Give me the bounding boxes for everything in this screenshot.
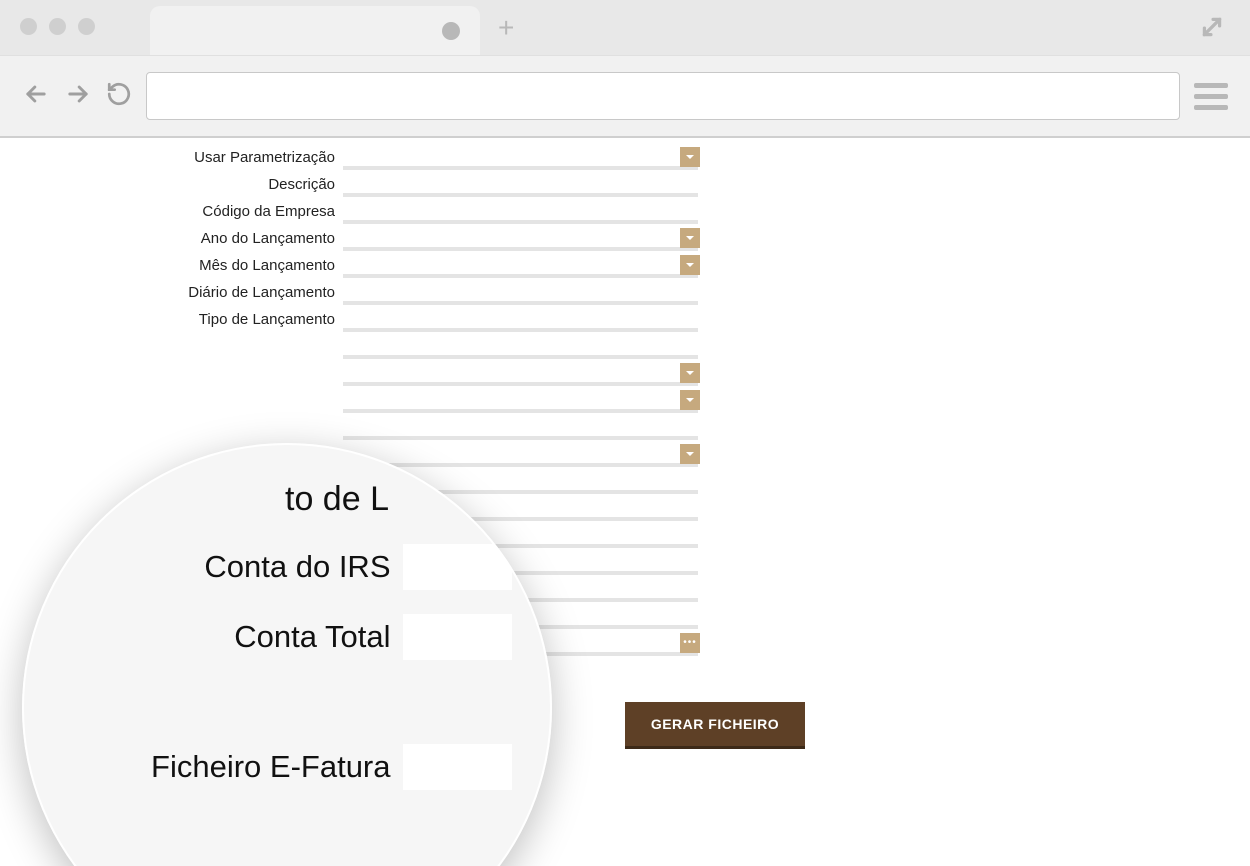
field-label: Usar Parametrização (0, 149, 341, 166)
lens-label-irs: Conta do IRS (62, 549, 403, 585)
field-label: Código da Empresa (0, 203, 341, 220)
text-input[interactable] (343, 256, 698, 276)
field-label: Ano do Lançamento (0, 230, 341, 247)
form-row: Ano do Lançamento (0, 225, 1250, 252)
lens-field[interactable] (403, 614, 513, 660)
forward-button[interactable] (64, 80, 92, 113)
text-input[interactable] (343, 364, 698, 384)
form-row (0, 333, 1250, 360)
text-input[interactable] (343, 310, 698, 330)
browser-toolbar (0, 56, 1250, 138)
browser-tab-bar: + (0, 0, 1250, 56)
form-row (0, 360, 1250, 387)
form-row: Diário de Lançamento (0, 279, 1250, 306)
field-label: Mês do Lançamento (0, 257, 341, 274)
chevron-down-icon[interactable] (680, 390, 700, 410)
text-input[interactable] (343, 391, 698, 411)
minimize-window-button[interactable] (49, 18, 66, 35)
lens-field[interactable] (403, 544, 513, 590)
field-label: Diário de Lançamento (0, 284, 341, 301)
new-tab-button[interactable]: + (498, 14, 514, 42)
lens-partial-text: to de L (162, 480, 512, 524)
text-input[interactable] (343, 283, 698, 303)
form-row: Descrição (0, 171, 1250, 198)
text-input[interactable] (343, 337, 698, 357)
text-input[interactable] (343, 418, 698, 438)
lens-field[interactable] (403, 744, 513, 790)
field-label: Descrição (0, 176, 341, 193)
lens-label-total: Conta Total (62, 619, 403, 655)
close-window-button[interactable] (20, 18, 37, 35)
back-button[interactable] (22, 80, 50, 113)
generate-file-button[interactable]: GERAR FICHEIRO (625, 702, 805, 746)
reload-button[interactable] (106, 81, 132, 112)
form-row (0, 387, 1250, 414)
lens-label-efatura: Ficheiro E-Fatura (62, 749, 403, 785)
chevron-down-icon[interactable] (680, 363, 700, 383)
magnifier-lens: to de L Conta do IRS Conta Total Ficheir… (22, 443, 552, 866)
menu-button[interactable] (1194, 83, 1228, 110)
zoom-window-button[interactable] (78, 18, 95, 35)
field-label: Tipo de Lançamento (0, 311, 341, 328)
chevron-down-icon[interactable] (680, 228, 700, 248)
form-row: Usar Parametrização (0, 144, 1250, 171)
text-input[interactable] (343, 202, 698, 222)
chevron-down-icon[interactable] (680, 255, 700, 275)
window-controls (20, 18, 95, 35)
form-row (0, 414, 1250, 441)
chevron-down-icon[interactable] (680, 147, 700, 167)
text-input[interactable] (343, 229, 698, 249)
page-content: Usar Parametrização Descrição Código da Em… (0, 138, 1250, 866)
form-row: Tipo de Lançamento (0, 306, 1250, 333)
text-input[interactable] (343, 175, 698, 195)
browser-tab[interactable] (150, 6, 480, 55)
chevron-down-icon[interactable] (680, 444, 700, 464)
form-row: Mês do Lançamento (0, 252, 1250, 279)
text-input[interactable] (343, 148, 698, 168)
form-row: Código da Empresa (0, 198, 1250, 225)
expand-icon[interactable] (1199, 14, 1225, 45)
address-bar[interactable] (146, 72, 1180, 120)
tab-favicon (442, 22, 460, 40)
browse-icon[interactable]: ••• (680, 633, 700, 653)
